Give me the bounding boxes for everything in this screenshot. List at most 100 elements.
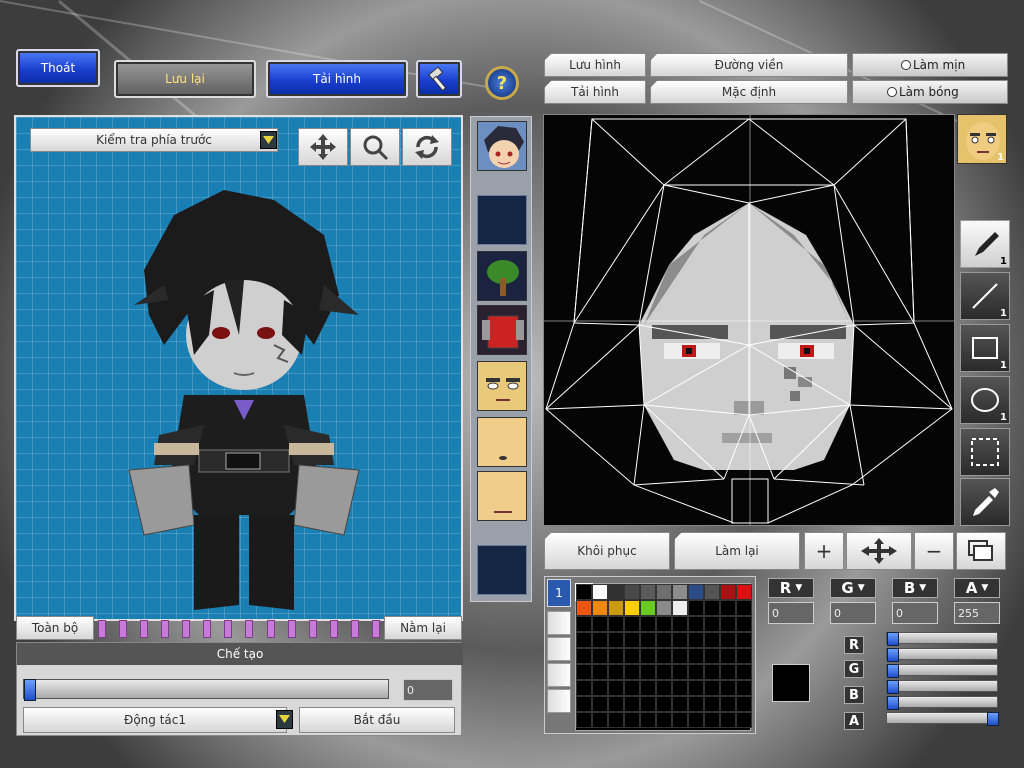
palette-swatch[interactable] (624, 648, 640, 664)
slider-knob[interactable] (24, 679, 36, 701)
help-button[interactable]: ? (485, 66, 519, 100)
green-fine-slider[interactable] (886, 680, 998, 694)
palette-swatch[interactable] (624, 696, 640, 712)
palette-swatch[interactable] (576, 648, 592, 664)
frame-marker[interactable] (308, 620, 317, 638)
hair-part-thumb[interactable] (477, 121, 527, 171)
frame-marker[interactable] (245, 620, 254, 638)
palette-swatch[interactable] (704, 584, 720, 600)
hammer-button[interactable] (416, 60, 462, 98)
palette-swatch[interactable] (704, 664, 720, 680)
tab-default[interactable]: Mặc định (650, 80, 848, 104)
shadow-option[interactable]: Làm bóng (852, 80, 1008, 104)
palette-swatch[interactable] (640, 648, 656, 664)
view-select[interactable]: Kiểm tra phía trước (30, 128, 278, 152)
face-texture-canvas[interactable] (543, 114, 955, 526)
palette-swatch[interactable] (576, 632, 592, 648)
zoom-tool-button[interactable] (350, 128, 400, 166)
palette-swatch[interactable] (592, 680, 608, 696)
palette-swatch[interactable] (688, 696, 704, 712)
zoom-in-button[interactable]: + (804, 532, 844, 570)
palette-swatch[interactable] (608, 632, 624, 648)
palette-swatch[interactable] (592, 664, 608, 680)
palette-swatch[interactable] (736, 680, 752, 696)
palette-swatch[interactable] (640, 616, 656, 632)
palette-swatch[interactable] (624, 600, 640, 616)
palette-swatch[interactable] (656, 712, 672, 728)
palette-swatch[interactable] (720, 632, 736, 648)
frame-marker[interactable] (161, 620, 170, 638)
palette-swatch[interactable] (688, 632, 704, 648)
frame-marker[interactable] (140, 620, 149, 638)
palette-swatch[interactable] (720, 664, 736, 680)
empty-part-slot[interactable] (477, 195, 527, 245)
eyedropper-tool[interactable] (960, 478, 1010, 526)
alpha-value-input[interactable]: 255 (954, 602, 1000, 624)
exit-button[interactable]: Thoát (16, 49, 100, 87)
palette-swatch[interactable] (576, 696, 592, 712)
palette-swatch[interactable] (736, 664, 752, 680)
restore-button[interactable]: Khôi phục (544, 532, 670, 570)
palette-swatch[interactable] (576, 664, 592, 680)
palette-swatch[interactable] (624, 584, 640, 600)
palette-swatch[interactable] (720, 712, 736, 728)
palette-swatch[interactable] (592, 648, 608, 664)
face-part-thumb-2[interactable] (477, 417, 527, 467)
frame-marker[interactable] (266, 620, 275, 638)
action-select[interactable]: Động tác1 (23, 707, 287, 733)
green-value-input[interactable]: 0 (830, 602, 876, 624)
palette-swatch[interactable] (656, 696, 672, 712)
palette-swatch[interactable] (640, 632, 656, 648)
slider-knob[interactable] (987, 712, 999, 726)
palette-swatch[interactable] (656, 632, 672, 648)
palette-swatch[interactable] (688, 680, 704, 696)
palette-swatch[interactable] (656, 648, 672, 664)
palette-swatch[interactable] (592, 632, 608, 648)
palette-swatch[interactable] (704, 712, 720, 728)
palette-tab-3[interactable] (547, 637, 571, 661)
palette-swatch[interactable] (640, 712, 656, 728)
palette-tab-1[interactable]: 1 (547, 579, 571, 607)
alpha-slider[interactable] (886, 712, 999, 726)
palette-swatch[interactable] (624, 616, 640, 632)
green-slider[interactable] (886, 664, 998, 678)
slider-knob[interactable] (887, 696, 899, 710)
palette-swatch[interactable] (704, 616, 720, 632)
ellipse-tool[interactable]: 1 (960, 376, 1010, 424)
tab-outline[interactable]: Đường viền (650, 53, 848, 77)
frame-marker[interactable] (350, 620, 359, 638)
start-button[interactable]: Bắt đầu (299, 707, 455, 733)
palette-swatch[interactable] (576, 616, 592, 632)
palette-swatch[interactable] (576, 680, 592, 696)
palette-swatch[interactable] (736, 584, 752, 600)
reload-button[interactable]: Tải hình (266, 60, 408, 98)
palette-swatch[interactable] (608, 584, 624, 600)
slider-knob[interactable] (887, 664, 899, 678)
blue-slider[interactable] (886, 696, 998, 710)
action-dropdown-button[interactable] (276, 710, 293, 729)
palette-swatch[interactable] (736, 648, 752, 664)
palette-swatch[interactable] (688, 584, 704, 600)
red-fine-slider[interactable] (886, 648, 998, 662)
palette-swatch[interactable] (720, 584, 736, 600)
slider-knob[interactable] (887, 648, 899, 662)
smooth-option[interactable]: Làm mịn (852, 53, 1008, 77)
palette-swatch[interactable] (736, 712, 752, 728)
face-part-thumb-3[interactable] (477, 471, 527, 521)
create-progress-slider[interactable] (23, 679, 389, 701)
move-tool-button[interactable] (298, 128, 348, 166)
palette-swatch[interactable] (672, 712, 688, 728)
palette-swatch[interactable] (640, 584, 656, 600)
empty-part-slot[interactable] (477, 545, 527, 595)
palette-swatch[interactable] (608, 680, 624, 696)
palette-swatch[interactable] (608, 696, 624, 712)
palette-swatch[interactable] (688, 648, 704, 664)
palette-swatch[interactable] (672, 600, 688, 616)
palette-swatch[interactable] (672, 696, 688, 712)
palette-swatch[interactable] (704, 648, 720, 664)
frame-marker[interactable] (182, 620, 191, 638)
reset-all-button[interactable]: Toàn bộ (16, 616, 94, 640)
palette-swatch[interactable] (608, 664, 624, 680)
palette-swatch[interactable] (640, 600, 656, 616)
palette-swatch[interactable] (608, 616, 624, 632)
